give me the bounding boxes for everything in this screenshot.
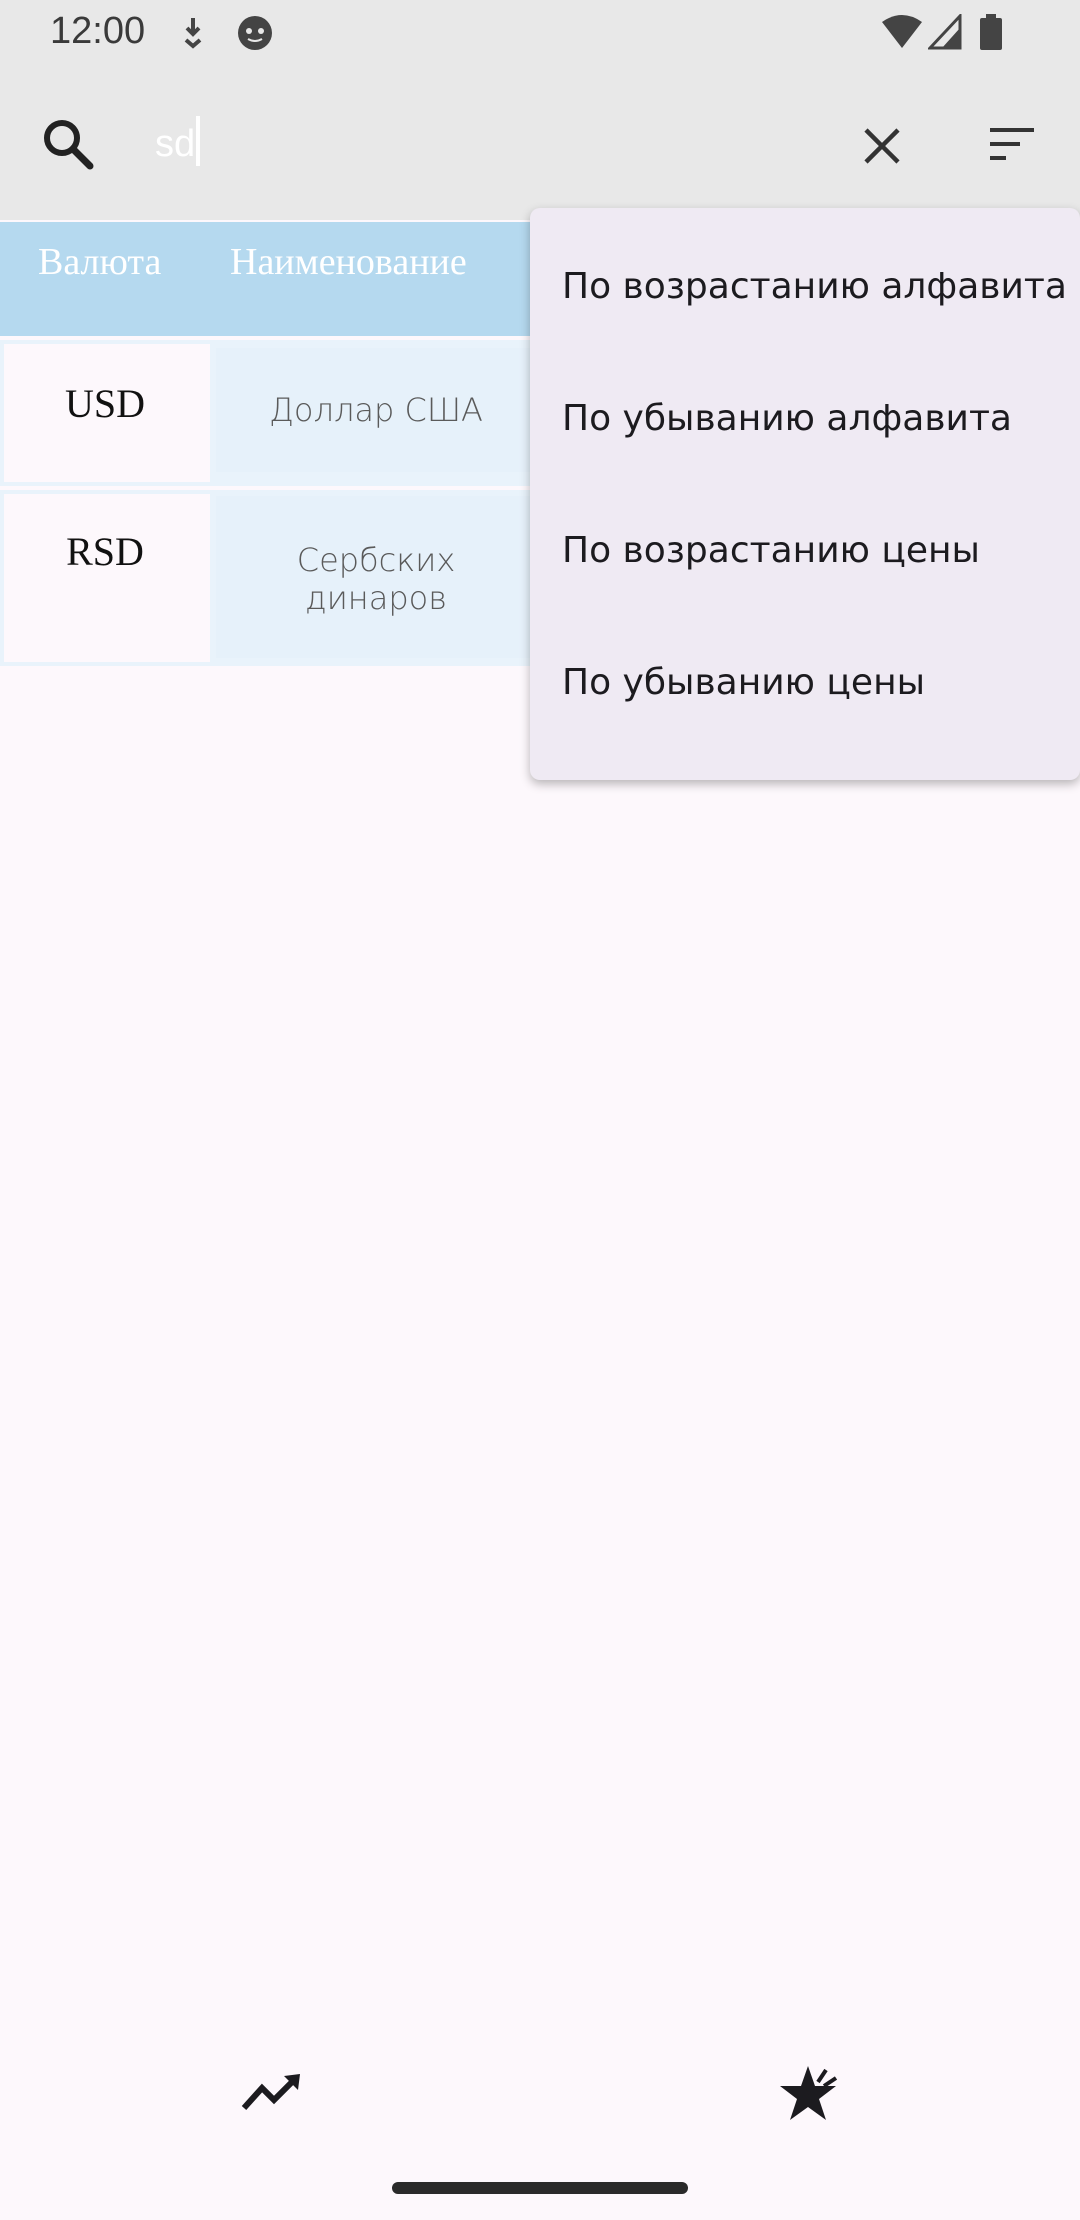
sort-price-desc[interactable]: По убыванию цены xyxy=(530,622,1080,754)
search-icon[interactable] xyxy=(40,116,96,172)
menu-item-label: По убыванию алфавита xyxy=(562,398,1012,439)
currency-name: Доллар США xyxy=(269,391,483,429)
wifi-icon xyxy=(882,15,922,48)
column-header-name[interactable]: Наименование xyxy=(230,240,467,284)
trending-up-icon[interactable] xyxy=(240,2070,302,2114)
sort-alpha-asc[interactable]: По возрастанию алфавита xyxy=(530,226,1080,358)
status-time: 12:00 xyxy=(50,10,146,52)
currency-name-line-2: динаров xyxy=(305,579,447,617)
battery-icon xyxy=(980,14,1002,50)
menu-item-label: По возрастанию алфавита xyxy=(562,266,1067,307)
column-header-currency[interactable]: Валюта xyxy=(38,240,161,284)
currency-name-cell: Сербских динаров xyxy=(216,496,536,658)
download-notification-icon xyxy=(184,18,202,49)
search-input[interactable] xyxy=(153,110,657,178)
clear-search-icon[interactable] xyxy=(858,122,906,170)
menu-item-label: По возрастанию цены xyxy=(562,530,980,571)
status-bar: 12:00 xyxy=(0,0,1080,66)
currency-code: USD xyxy=(64,381,146,426)
home-indicator[interactable] xyxy=(392,2182,688,2194)
sort-price-asc[interactable]: По возрастанию цены xyxy=(530,490,1080,622)
currency-name-cell: Доллар США xyxy=(216,348,536,472)
signal-icon xyxy=(928,14,962,50)
app-notification-icon xyxy=(238,16,272,50)
favorites-star-icon[interactable] xyxy=(778,2062,842,2126)
sort-menu: По возрастанию алфавита По убыванию алфа… xyxy=(530,208,1080,780)
text-cursor xyxy=(196,116,200,166)
sort-icon[interactable] xyxy=(988,124,1036,164)
currency-code-cell: USD xyxy=(4,344,210,482)
sort-alpha-desc[interactable]: По убыванию алфавита xyxy=(530,358,1080,490)
currency-code-cell: RSD xyxy=(4,494,210,662)
menu-item-label: По убыванию цены xyxy=(562,662,926,703)
search-toolbar xyxy=(0,66,1080,220)
currency-code: RSD xyxy=(66,529,144,574)
bottom-navigation xyxy=(0,2030,1080,2220)
currency-name-line-1: Сербских xyxy=(296,541,456,579)
